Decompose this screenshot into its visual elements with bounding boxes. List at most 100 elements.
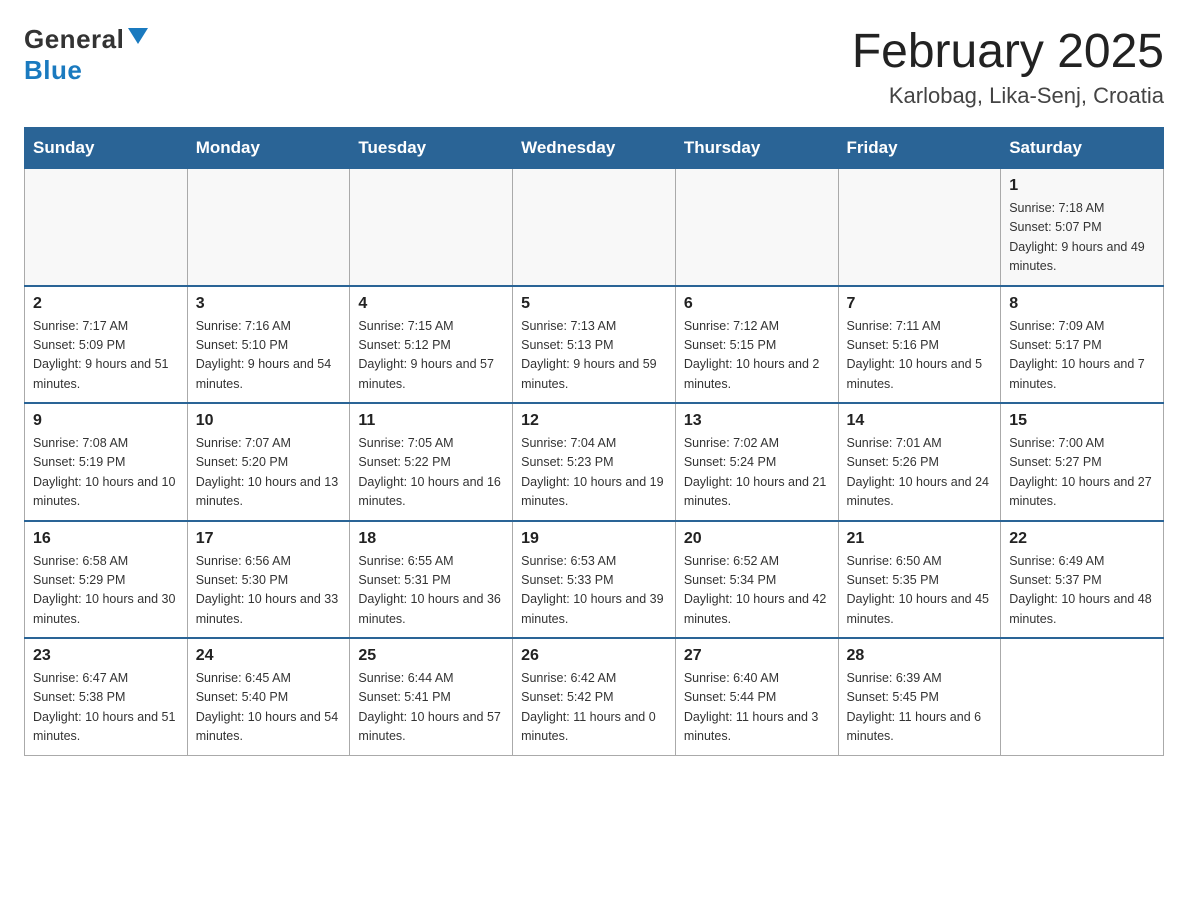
header-saturday: Saturday	[1001, 128, 1164, 169]
day-number: 7	[847, 295, 993, 313]
calendar-cell: 28 Sunrise: 6:39 AM Sunset: 5:45 PM Dayli…	[838, 638, 1001, 755]
calendar-cell: 23 Sunrise: 6:47 AM Sunset: 5:38 PM Dayli…	[25, 638, 188, 755]
header-thursday: Thursday	[675, 128, 838, 169]
calendar-cell	[25, 169, 188, 286]
calendar-subtitle: Karlobag, Lika-Senj, Croatia	[852, 83, 1164, 109]
day-number: 28	[847, 647, 993, 665]
page-header: General Blue February 2025 Karlobag, Lik…	[24, 24, 1164, 109]
calendar-cell: 16Sunrise: 6:58 AM Sunset: 5:29 PM Dayli…	[25, 521, 188, 639]
week-row-1: 1 Sunrise: 7:18 AM Sunset: 5:07 PM Daylig…	[25, 169, 1164, 286]
day-number: 19	[521, 530, 667, 548]
header-monday: Monday	[187, 128, 350, 169]
calendar-cell: 14 Sunrise: 7:01 AM Sunset: 5:26 PM Dayli…	[838, 403, 1001, 521]
day-number: 21	[847, 530, 993, 548]
calendar-cell: 10 Sunrise: 7:07 AM Sunset: 5:20 PM Dayli…	[187, 403, 350, 521]
logo-triangle-icon	[128, 28, 148, 44]
day-number: 20	[684, 530, 830, 548]
logo-general-text: General	[24, 24, 124, 55]
day-info: Sunrise: 6:50 AM Sunset: 5:35 PM Dayligh…	[847, 552, 993, 630]
calendar-table: Sunday Monday Tuesday Wednesday Thursday…	[24, 127, 1164, 756]
day-number: 17	[196, 530, 342, 548]
day-info: Sunrise: 6:40 AM Sunset: 5:44 PM Dayligh…	[684, 669, 830, 747]
day-number: 10	[196, 412, 342, 430]
day-info: Sunrise: 7:04 AM Sunset: 5:23 PM Dayligh…	[521, 434, 667, 512]
calendar-cell: 12Sunrise: 7:04 AM Sunset: 5:23 PM Dayli…	[513, 403, 676, 521]
day-info: Sunrise: 6:56 AM Sunset: 5:30 PM Dayligh…	[196, 552, 342, 630]
calendar-cell	[513, 169, 676, 286]
day-number: 24	[196, 647, 342, 665]
day-number: 22	[1009, 530, 1155, 548]
header-wednesday: Wednesday	[513, 128, 676, 169]
day-info: Sunrise: 7:02 AM Sunset: 5:24 PM Dayligh…	[684, 434, 830, 512]
day-info: Sunrise: 6:39 AM Sunset: 5:45 PM Dayligh…	[847, 669, 993, 747]
calendar-cell: 17 Sunrise: 6:56 AM Sunset: 5:30 PM Dayli…	[187, 521, 350, 639]
calendar-cell	[1001, 638, 1164, 755]
day-number: 13	[684, 412, 830, 430]
day-info: Sunrise: 6:44 AM Sunset: 5:41 PM Dayligh…	[358, 669, 504, 747]
day-info: Sunrise: 7:00 AM Sunset: 5:27 PM Dayligh…	[1009, 434, 1155, 512]
calendar-cell: 11Sunrise: 7:05 AM Sunset: 5:22 PM Dayli…	[350, 403, 513, 521]
day-info: Sunrise: 6:52 AM Sunset: 5:34 PM Dayligh…	[684, 552, 830, 630]
day-number: 25	[358, 647, 504, 665]
day-info: Sunrise: 6:47 AM Sunset: 5:38 PM Dayligh…	[33, 669, 179, 747]
day-number: 14	[847, 412, 993, 430]
calendar-cell: 1 Sunrise: 7:18 AM Sunset: 5:07 PM Daylig…	[1001, 169, 1164, 286]
day-number: 15	[1009, 412, 1155, 430]
day-info: Sunrise: 6:42 AM Sunset: 5:42 PM Dayligh…	[521, 669, 667, 747]
day-info: Sunrise: 7:17 AM Sunset: 5:09 PM Dayligh…	[33, 317, 179, 395]
calendar-cell	[838, 169, 1001, 286]
calendar-cell: 6 Sunrise: 7:12 AM Sunset: 5:15 PM Daylig…	[675, 286, 838, 404]
day-number: 8	[1009, 295, 1155, 313]
day-info: Sunrise: 7:16 AM Sunset: 5:10 PM Dayligh…	[196, 317, 342, 395]
header-friday: Friday	[838, 128, 1001, 169]
day-number: 5	[521, 295, 667, 313]
day-number: 2	[33, 295, 179, 313]
calendar-cell: 25 Sunrise: 6:44 AM Sunset: 5:41 PM Dayli…	[350, 638, 513, 755]
week-row-4: 16Sunrise: 6:58 AM Sunset: 5:29 PM Dayli…	[25, 521, 1164, 639]
calendar-cell	[187, 169, 350, 286]
calendar-cell: 4 Sunrise: 7:15 AM Sunset: 5:12 PM Daylig…	[350, 286, 513, 404]
day-number: 26	[521, 647, 667, 665]
day-number: 1	[1009, 177, 1155, 195]
calendar-cell	[350, 169, 513, 286]
calendar-cell: 3 Sunrise: 7:16 AM Sunset: 5:10 PM Daylig…	[187, 286, 350, 404]
week-row-2: 2 Sunrise: 7:17 AM Sunset: 5:09 PM Daylig…	[25, 286, 1164, 404]
day-number: 3	[196, 295, 342, 313]
day-number: 18	[358, 530, 504, 548]
day-info: Sunrise: 7:15 AM Sunset: 5:12 PM Dayligh…	[358, 317, 504, 395]
calendar-cell: 18 Sunrise: 6:55 AM Sunset: 5:31 PM Dayli…	[350, 521, 513, 639]
calendar-cell: 24 Sunrise: 6:45 AM Sunset: 5:40 PM Dayli…	[187, 638, 350, 755]
day-info: Sunrise: 7:07 AM Sunset: 5:20 PM Dayligh…	[196, 434, 342, 512]
day-info: Sunrise: 7:08 AM Sunset: 5:19 PM Dayligh…	[33, 434, 179, 512]
day-number: 23	[33, 647, 179, 665]
calendar-cell	[675, 169, 838, 286]
day-info: Sunrise: 7:18 AM Sunset: 5:07 PM Dayligh…	[1009, 199, 1155, 277]
logo-blue-text: Blue	[24, 55, 82, 86]
calendar-cell: 2 Sunrise: 7:17 AM Sunset: 5:09 PM Daylig…	[25, 286, 188, 404]
calendar-cell: 21 Sunrise: 6:50 AM Sunset: 5:35 PM Dayli…	[838, 521, 1001, 639]
day-info: Sunrise: 7:13 AM Sunset: 5:13 PM Dayligh…	[521, 317, 667, 395]
day-info: Sunrise: 6:45 AM Sunset: 5:40 PM Dayligh…	[196, 669, 342, 747]
day-info: Sunrise: 6:53 AM Sunset: 5:33 PM Dayligh…	[521, 552, 667, 630]
day-number: 16	[33, 530, 179, 548]
title-block: February 2025 Karlobag, Lika-Senj, Croat…	[852, 24, 1164, 109]
day-number: 6	[684, 295, 830, 313]
calendar-cell: 19 Sunrise: 6:53 AM Sunset: 5:33 PM Dayli…	[513, 521, 676, 639]
header-tuesday: Tuesday	[350, 128, 513, 169]
day-info: Sunrise: 7:01 AM Sunset: 5:26 PM Dayligh…	[847, 434, 993, 512]
calendar-cell: 8 Sunrise: 7:09 AM Sunset: 5:17 PM Daylig…	[1001, 286, 1164, 404]
calendar-cell: 20 Sunrise: 6:52 AM Sunset: 5:34 PM Dayli…	[675, 521, 838, 639]
calendar-cell: 27Sunrise: 6:40 AM Sunset: 5:44 PM Dayli…	[675, 638, 838, 755]
calendar-cell: 22Sunrise: 6:49 AM Sunset: 5:37 PM Dayli…	[1001, 521, 1164, 639]
day-number: 4	[358, 295, 504, 313]
day-info: Sunrise: 6:55 AM Sunset: 5:31 PM Dayligh…	[358, 552, 504, 630]
logo: General Blue	[24, 24, 148, 86]
calendar-cell: 5 Sunrise: 7:13 AM Sunset: 5:13 PM Daylig…	[513, 286, 676, 404]
header-sunday: Sunday	[25, 128, 188, 169]
day-info: Sunrise: 7:05 AM Sunset: 5:22 PM Dayligh…	[358, 434, 504, 512]
day-info: Sunrise: 7:12 AM Sunset: 5:15 PM Dayligh…	[684, 317, 830, 395]
week-row-5: 23 Sunrise: 6:47 AM Sunset: 5:38 PM Dayli…	[25, 638, 1164, 755]
day-info: Sunrise: 7:09 AM Sunset: 5:17 PM Dayligh…	[1009, 317, 1155, 395]
calendar-title: February 2025	[852, 24, 1164, 79]
day-number: 9	[33, 412, 179, 430]
